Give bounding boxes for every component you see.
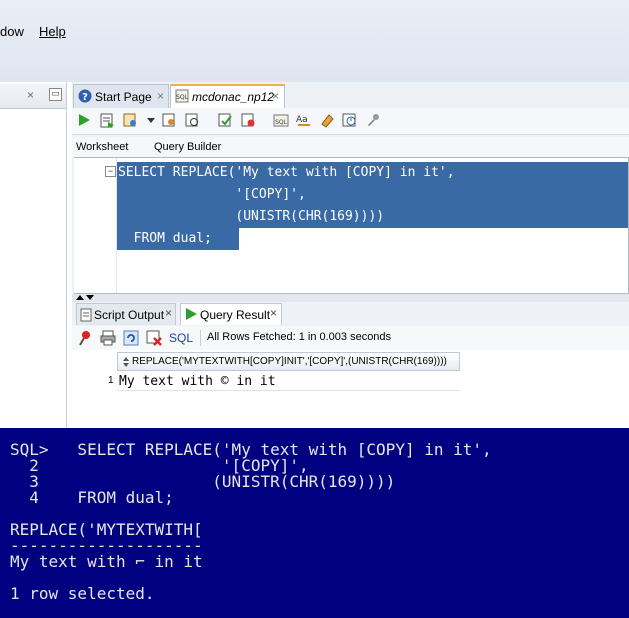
- sql-worksheet-icon: SQL: [175, 89, 189, 103]
- left-pane: [0, 82, 67, 428]
- commit-icon[interactable]: [161, 112, 177, 128]
- explain-plan-icon[interactable]: [184, 112, 200, 128]
- tab-connection-close-icon[interactable]: ×: [272, 89, 279, 103]
- rollback-icon[interactable]: [240, 112, 256, 128]
- menu-window[interactable]: dow: [0, 24, 24, 39]
- help-circle-icon: ?: [78, 89, 92, 103]
- fetch-status: All Rows Fetched: 1 in 0.003 seconds: [207, 331, 392, 343]
- tab-script-output-label: Script Output: [94, 308, 165, 322]
- tab-query-result[interactable]: Query Result ×: [180, 303, 282, 325]
- code-line: '[COPY]',: [118, 187, 306, 202]
- tab-query-result-close-icon[interactable]: ×: [270, 306, 277, 320]
- editor-gutter: [74, 158, 117, 293]
- tab-query-result-label: Query Result: [200, 308, 271, 322]
- run-statement-icon[interactable]: [76, 112, 92, 128]
- sql-tuning-icon[interactable]: SQL: [273, 112, 289, 128]
- terminal-line: 4 FROM dual;: [10, 488, 174, 507]
- print-icon[interactable]: [100, 330, 116, 346]
- sqlplus-terminal[interactable]: SQL> SELECT REPLACE('My text with [COPY]…: [0, 428, 629, 618]
- tab-start-page[interactable]: ? Start Page ×: [73, 84, 169, 108]
- clear-eraser-icon[interactable]: [319, 112, 335, 128]
- left-pane-minimize-icon[interactable]: ▭: [49, 88, 62, 101]
- autotrace-icon[interactable]: [122, 112, 138, 128]
- check-icon[interactable]: [217, 112, 233, 128]
- svg-text:SQL: SQL: [275, 119, 288, 126]
- pin-icon[interactable]: [78, 330, 92, 346]
- code-line: FROM dual;: [118, 231, 212, 246]
- subtab-worksheet[interactable]: Worksheet: [76, 141, 128, 153]
- left-pane-close-icon[interactable]: ×: [27, 88, 34, 102]
- pane-splitter[interactable]: [72, 294, 629, 302]
- grid-column-header[interactable]: REPLACE('MYTEXTWITH[COPY]INIT','[COPY]',…: [117, 352, 460, 371]
- grid-cell[interactable]: My text with © in it: [119, 374, 276, 389]
- run-play-icon: [186, 308, 197, 320]
- menu-bar: dow Help: [0, 0, 629, 82]
- tab-script-output-close-icon[interactable]: ×: [165, 306, 172, 320]
- sql-link[interactable]: SQL: [169, 331, 193, 345]
- tab-start-page-label: Start Page: [95, 90, 152, 104]
- tools-wrench-icon[interactable]: [365, 112, 381, 128]
- toolbar-divider: [200, 330, 201, 346]
- svg-text:?: ?: [82, 92, 88, 103]
- tab-start-page-close-icon[interactable]: ×: [157, 89, 164, 103]
- row-number: 1: [108, 375, 114, 386]
- dropdown-chevron-icon[interactable]: [146, 112, 156, 128]
- menu-help[interactable]: Help: [39, 24, 66, 39]
- cancel-query-icon[interactable]: [146, 330, 162, 346]
- tab-connection-label: mcdonac_np12: [192, 90, 275, 104]
- splitter-arrows-icon[interactable]: [74, 294, 96, 302]
- grid-column-header-label: REPLACE('MYTEXTWITH[COPY]INIT','[COPY]',…: [132, 356, 447, 367]
- subtab-query-builder[interactable]: Query Builder: [154, 141, 221, 153]
- tab-script-output[interactable]: Script Output ×: [76, 303, 176, 325]
- tab-connection[interactable]: SQL mcdonac_np12 ×: [170, 84, 285, 108]
- refresh-icon[interactable]: [123, 330, 139, 346]
- terminal-line: 1 row selected.: [10, 584, 155, 603]
- to-upper-lower-icon[interactable]: Aa: [296, 112, 312, 128]
- code-line: (UNISTR(CHR(169)))): [118, 209, 385, 224]
- script-output-icon: [80, 308, 92, 322]
- fold-collapse-icon[interactable]: −: [105, 166, 116, 177]
- sort-arrows-icon[interactable]: [122, 356, 130, 368]
- svg-text:SQL: SQL: [176, 94, 189, 101]
- svg-text:Aa: Aa: [296, 115, 308, 125]
- code-line: SELECT REPLACE('My text with [COPY] in i…: [118, 165, 455, 180]
- sql-history-icon[interactable]: [342, 112, 358, 128]
- terminal-line: My text with ⌐ in it: [10, 552, 203, 571]
- run-script-icon[interactable]: [99, 112, 115, 128]
